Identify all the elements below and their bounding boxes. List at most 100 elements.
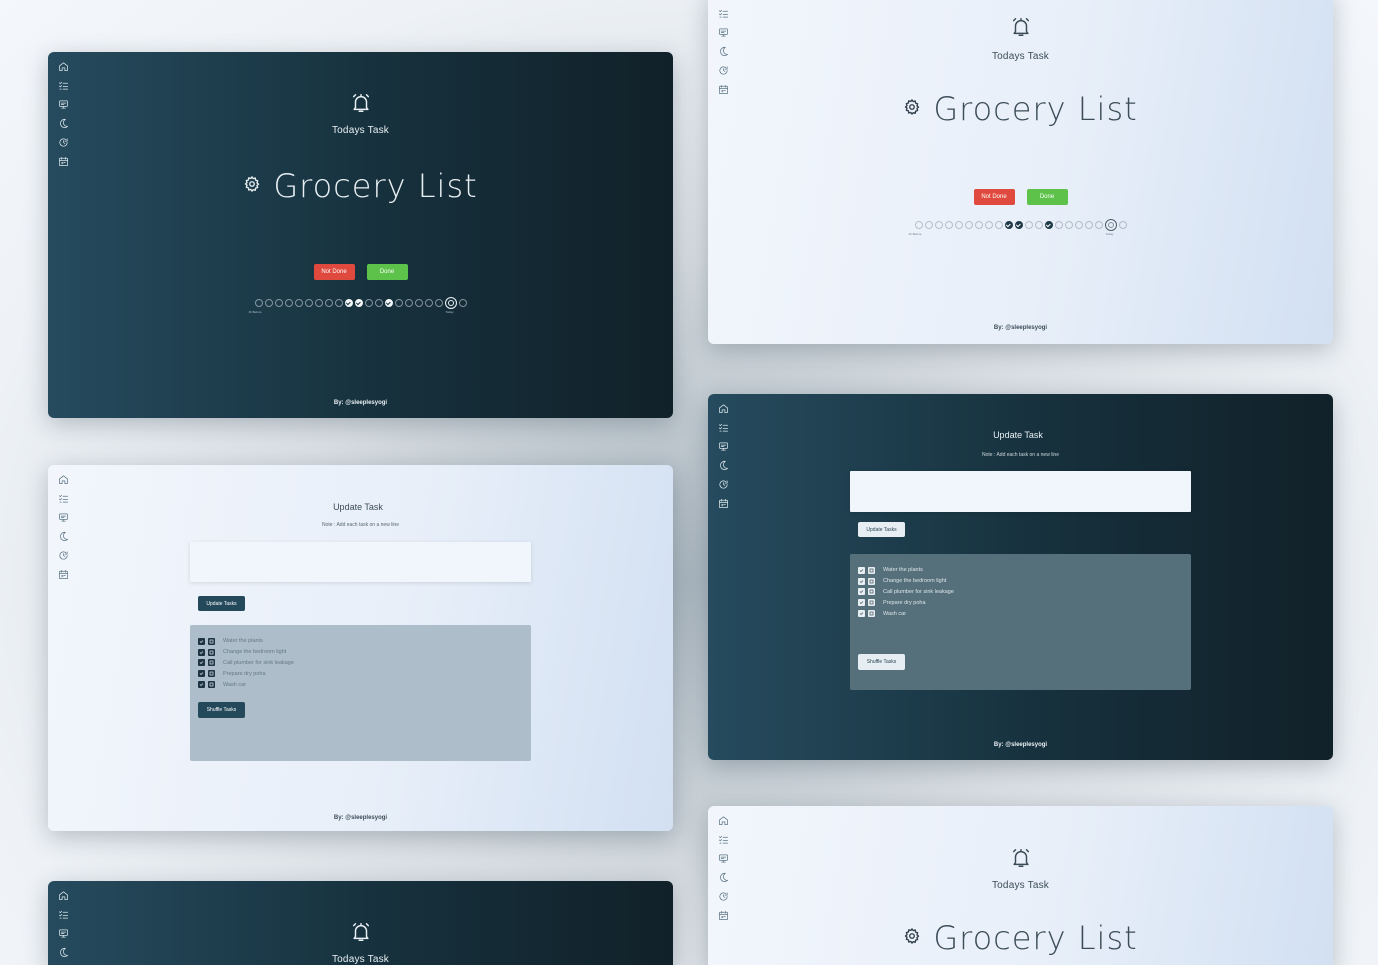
complete-task-icon[interactable] <box>858 588 865 596</box>
delete-task-icon[interactable] <box>868 599 875 607</box>
gear-icon[interactable] <box>243 175 261 198</box>
history-icon[interactable] <box>717 478 729 490</box>
complete-task-icon[interactable] <box>198 637 205 645</box>
progress-dot <box>954 221 963 229</box>
checklist-icon[interactable] <box>57 908 69 920</box>
progress-dot <box>404 299 413 307</box>
task-row: Change the bedroom light <box>198 647 294 658</box>
task-title: Grocery List <box>273 167 478 205</box>
delete-task-icon[interactable] <box>868 566 875 574</box>
progress-dot-done <box>1014 221 1023 229</box>
task-list: Water the plants Change the bedroom light… <box>858 565 954 619</box>
checklist-icon[interactable] <box>57 79 69 91</box>
progress-dot <box>924 221 933 229</box>
progress-dot <box>914 221 923 229</box>
delete-task-icon[interactable] <box>208 648 215 656</box>
done-button[interactable]: Done <box>1026 189 1068 205</box>
task-row: Call plumber for sink leakage <box>198 658 294 669</box>
progress-dot <box>1084 221 1093 229</box>
display-icon[interactable] <box>717 440 729 452</box>
done-button[interactable]: Done <box>366 264 408 280</box>
complete-task-icon[interactable] <box>858 610 865 618</box>
complete-task-icon[interactable] <box>858 566 865 574</box>
calendar-icon[interactable] <box>57 568 69 580</box>
progress-dot <box>254 299 263 307</box>
progress-dot <box>364 299 373 307</box>
progress-dot <box>394 299 403 307</box>
tasks-textarea[interactable] <box>190 542 531 582</box>
delete-task-icon[interactable] <box>208 637 215 645</box>
complete-task-icon[interactable] <box>198 670 205 678</box>
update-task-title: Update Task <box>993 430 1043 440</box>
moon-icon[interactable] <box>57 530 69 542</box>
task-label: Change the bedroom light <box>883 578 947 585</box>
todays-task-label: Todays Task <box>991 51 1050 62</box>
task-label: Wash car <box>883 610 907 617</box>
tasks-textarea[interactable] <box>850 471 1191 512</box>
complete-task-icon[interactable] <box>858 599 865 607</box>
gear-icon[interactable] <box>903 98 921 121</box>
bell-icon <box>48 921 673 948</box>
update-tasks-button[interactable]: Update Tasks <box>858 522 905 537</box>
delete-task-icon[interactable] <box>868 577 875 585</box>
shuffle-tasks-button[interactable]: Shuffle Tasks <box>198 702 245 718</box>
gear-icon[interactable] <box>903 927 921 950</box>
home-icon[interactable] <box>57 473 69 485</box>
delete-task-icon[interactable] <box>208 659 215 667</box>
progress-dot <box>944 221 953 229</box>
progress-dot <box>374 299 383 307</box>
history-icon[interactable] <box>57 136 69 148</box>
complete-task-icon[interactable] <box>198 681 205 689</box>
progress-dot <box>1054 221 1063 229</box>
progress-dot <box>1024 221 1033 229</box>
screen-todays-task-light-2: Todays Task Grocery List <box>708 806 1333 965</box>
delete-task-icon[interactable] <box>208 681 215 689</box>
home-icon[interactable] <box>717 402 729 414</box>
calendar-icon[interactable] <box>57 155 69 167</box>
not-done-button[interactable]: Not Done <box>973 189 1015 205</box>
start-label: 4h Before <box>908 232 922 236</box>
task-label: Prepare dry poha <box>223 670 266 677</box>
progress-dot <box>1074 221 1083 229</box>
history-icon[interactable] <box>717 64 729 76</box>
task-list-panel: Water the plants Change the bedroom light… <box>850 554 1191 690</box>
shuffle-tasks-button[interactable]: Shuffle Tasks <box>858 654 905 670</box>
progress-dot <box>934 221 943 229</box>
update-note: Note : Add each task on a new line <box>982 452 1059 458</box>
history-icon[interactable] <box>57 549 69 561</box>
calendar-icon[interactable] <box>717 497 729 509</box>
progress-dot <box>304 299 313 307</box>
not-done-button[interactable]: Not Done <box>313 264 355 280</box>
progress-dot <box>414 299 423 307</box>
progress-dot <box>974 221 983 229</box>
progress-dot <box>458 299 467 307</box>
task-row: Water the plants <box>858 565 954 576</box>
moon-icon[interactable] <box>717 459 729 471</box>
home-icon[interactable] <box>717 814 729 826</box>
history-icon[interactable] <box>717 890 729 902</box>
progress-dot <box>1094 221 1103 229</box>
footer-credit: By: @sleeplesyogi <box>333 815 388 821</box>
update-tasks-button[interactable]: Update Tasks <box>198 596 245 611</box>
task-row: Change the bedroom light <box>858 576 954 587</box>
task-row: Call plumber for sink leakage <box>858 587 954 598</box>
task-row: Wash car <box>858 608 954 619</box>
home-icon[interactable] <box>57 889 69 901</box>
complete-task-icon[interactable] <box>198 648 205 656</box>
todays-task-label: Todays Task <box>331 954 390 965</box>
delete-task-icon[interactable] <box>208 670 215 678</box>
progress-dot <box>334 299 343 307</box>
progress-dot-done <box>1004 221 1013 229</box>
screen-todays-task-light: Todays Task Grocery List Not Done Done 4… <box>708 0 1333 344</box>
screen-update-task-light: Update Task Note : Add each task on a ne… <box>48 465 673 831</box>
task-label: Water the plants <box>223 638 263 645</box>
delete-task-icon[interactable] <box>868 588 875 596</box>
checklist-icon[interactable] <box>717 833 729 845</box>
complete-task-icon[interactable] <box>858 577 865 585</box>
progress-dot <box>324 299 333 307</box>
bell-icon <box>48 92 673 119</box>
home-icon[interactable] <box>57 60 69 72</box>
complete-task-icon[interactable] <box>198 659 205 667</box>
delete-task-icon[interactable] <box>868 610 875 618</box>
progress-dot <box>314 299 323 307</box>
